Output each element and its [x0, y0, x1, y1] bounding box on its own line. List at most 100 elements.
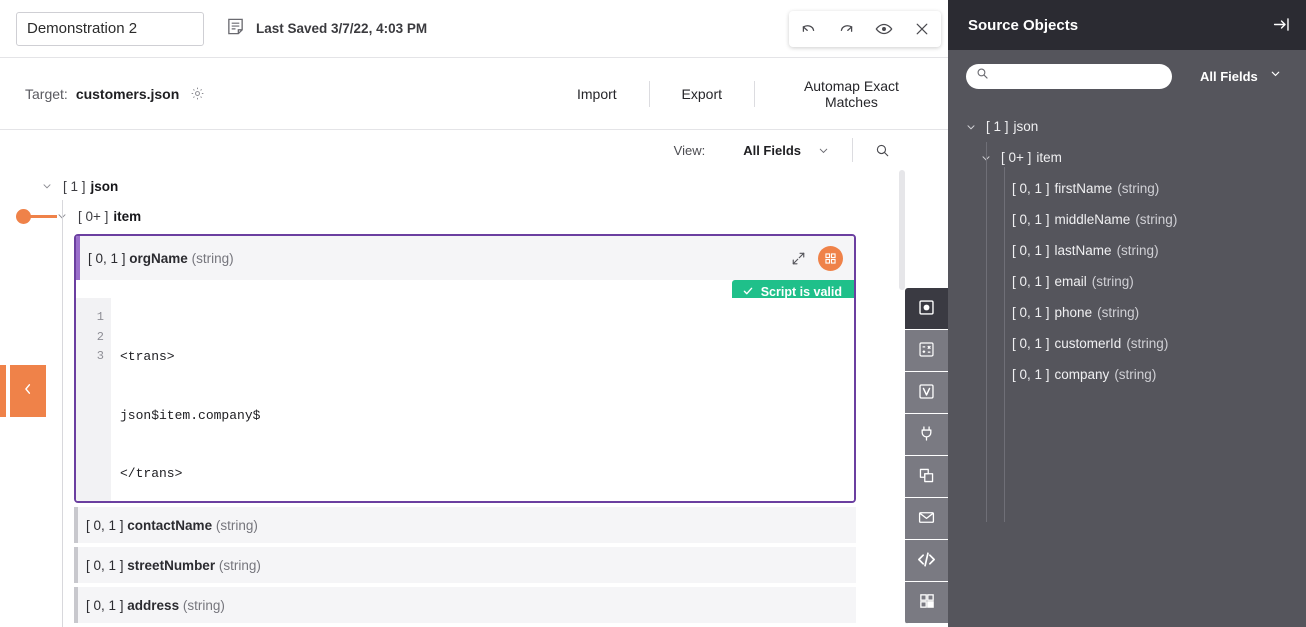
rail-email-button[interactable]	[905, 498, 948, 540]
field-type: (string)	[218, 557, 261, 573]
sidebar-search-box[interactable]	[966, 63, 1172, 89]
target-file-name: customers.json	[75, 85, 180, 102]
sidebar-field-company[interactable]: [ 0, 1 ] company (string)	[1012, 359, 1306, 390]
variable-v-icon	[917, 382, 936, 404]
rail-apps-button[interactable]	[905, 582, 948, 624]
canvas-scrollbar[interactable]	[899, 170, 905, 290]
tree-node-label: item	[1036, 150, 1062, 165]
row-accent-bar	[74, 587, 78, 623]
tree-node-label: json	[90, 178, 119, 194]
left-panel-edge	[0, 365, 6, 417]
script-editor[interactable]: 1 2 3 <trans> json$item.company$ </trans…	[76, 298, 854, 501]
grid-squares-icon[interactable]	[818, 245, 843, 271]
automap-exact-matches-button[interactable]: Automap Exact Matches	[755, 78, 948, 110]
export-button[interactable]: Export	[650, 86, 754, 102]
row-accent-bar	[74, 507, 78, 543]
last-saved-text: Last Saved 3/7/22, 4:03 PM	[256, 21, 428, 36]
field-bracket: [ 0, 1 ]	[1012, 367, 1050, 382]
line-number: 2	[96, 329, 104, 344]
note-icon	[226, 17, 245, 41]
field-bracket: [ 0, 1 ]	[1012, 243, 1050, 258]
field-type: (string)	[182, 597, 225, 613]
search-icon	[966, 67, 989, 85]
view-value[interactable]: All Fields	[743, 143, 801, 158]
envelope-icon	[917, 508, 936, 530]
sidebar-tree: [ 1 ] json [ 0+ ] item [ 0, 1 ] firstNam…	[948, 102, 1306, 522]
field-name: middleName	[1054, 212, 1131, 227]
tree-node-bracket: [ 1 ]	[986, 119, 1009, 134]
calculator-icon	[917, 340, 936, 362]
sidebar-tree-node-json[interactable]: [ 1 ] json	[965, 111, 1306, 142]
field-row-label: [ 0, 1 ] streetNumber (string)	[86, 558, 261, 573]
field-type: (string)	[1135, 212, 1178, 227]
chevron-down-icon	[1269, 67, 1282, 85]
mapping-connector-dot[interactable]	[16, 209, 31, 224]
mapping-canvas: [ 1 ] json [ 0+ ] item [ 0, 1 ] orgName …	[0, 170, 948, 627]
field-row-contactname[interactable]: [ 0, 1 ] contactName (string)	[74, 507, 856, 543]
undo-button[interactable]	[793, 15, 823, 43]
tree-node-json[interactable]: [ 1 ] json	[41, 172, 948, 200]
top-bar: Last Saved 3/7/22, 4:03 PM	[0, 0, 948, 58]
tree-guide-line	[1004, 167, 1005, 522]
field-bracket: [ 0, 1 ]	[86, 557, 124, 573]
editor-code-area[interactable]: <trans> json$item.company$ </trans>	[111, 298, 854, 501]
rail-mapping-button[interactable]	[905, 288, 948, 330]
import-button[interactable]: Import	[545, 86, 649, 102]
sidebar-tree-node-item[interactable]: [ 0+ ] item	[980, 142, 1306, 173]
source-objects-sidebar: Source Objects All Fields [1] json [0…	[948, 0, 1306, 627]
grid-apps-icon	[918, 592, 936, 613]
tree-node-bracket: [ 0+ ]	[78, 208, 109, 224]
sidebar-field-customerid[interactable]: [ 0, 1 ] customerId (string)	[1012, 328, 1306, 359]
chevron-down-icon[interactable]	[41, 180, 53, 192]
copy-icon	[917, 466, 936, 488]
field-name: firstName	[1054, 181, 1113, 196]
chevron-down-icon[interactable]	[965, 121, 977, 133]
mapping-card-header: [ 0, 1 ] orgName (string)	[76, 236, 854, 280]
search-icon[interactable]	[875, 143, 890, 158]
rail-expression-button[interactable]	[905, 330, 948, 372]
rail-duplicate-button[interactable]	[905, 456, 948, 498]
field-type: (string)	[1126, 336, 1169, 351]
last-saved-group: Last Saved 3/7/22, 4:03 PM	[226, 17, 427, 41]
target-bar: Target: customers.json Import Export Aut…	[0, 58, 948, 130]
field-name: customerId	[1054, 336, 1122, 351]
sidebar-field-email[interactable]: [ 0, 1 ] email (string)	[1012, 266, 1306, 297]
editor-gutter: 1 2 3	[76, 298, 111, 501]
field-name: email	[1054, 274, 1087, 289]
collapse-right-icon[interactable]	[1272, 15, 1291, 34]
field-row-streetnumber[interactable]: [ 0, 1 ] streetNumber (string)	[74, 547, 856, 583]
mapping-card-orgname[interactable]: [ 0, 1 ] orgName (string) Script is vali…	[74, 234, 856, 503]
row-accent-bar	[74, 547, 78, 583]
tree-node-bracket: [ 0+ ]	[1001, 150, 1032, 165]
tree-node-bracket: [ 1 ]	[63, 178, 86, 194]
field-type: (string)	[1116, 243, 1159, 258]
sidebar-field-lastname[interactable]: [ 0, 1 ] lastName (string)	[1012, 235, 1306, 266]
document-title-input[interactable]	[16, 11, 204, 46]
tree-guide-line	[986, 142, 987, 522]
field-bracket: [ 0, 1 ]	[88, 250, 126, 266]
status-badge-text: Script is valid	[760, 285, 842, 299]
sidebar-field-phone[interactable]: [ 0, 1 ] phone (string)	[1012, 297, 1306, 328]
expand-arrows-icon[interactable]	[791, 251, 806, 266]
preview-button[interactable]	[869, 15, 899, 43]
tree-node-label: json	[1013, 119, 1039, 134]
collapse-left-panel-button[interactable]	[10, 365, 46, 417]
sidebar-search-input[interactable]	[989, 69, 1172, 83]
rail-variable-button[interactable]	[905, 372, 948, 414]
tree-node-item[interactable]: [ 0+ ] item	[56, 202, 948, 230]
sidebar-header: Source Objects	[948, 0, 1306, 50]
sidebar-field-firstname[interactable]: [ 0, 1 ] firstName (string)	[1012, 173, 1306, 204]
redo-button[interactable]	[831, 15, 861, 43]
rail-connector-button[interactable]	[905, 414, 948, 456]
sidebar-field-middlename[interactable]: [ 0, 1 ] middleName (string)	[1012, 204, 1306, 235]
field-bracket: [ 0, 1 ]	[1012, 305, 1050, 320]
rail-code-button[interactable]	[905, 540, 948, 582]
editor-toolbar	[789, 11, 941, 47]
line-number: 3	[96, 349, 104, 363]
mapping-card-actions	[791, 236, 843, 280]
chevron-down-icon[interactable]	[817, 144, 830, 157]
close-button[interactable]	[907, 15, 937, 43]
sidebar-filter-dropdown[interactable]: All Fields	[1200, 67, 1282, 85]
gear-icon[interactable]	[190, 86, 205, 101]
field-row-address[interactable]: [ 0, 1 ] address (string)	[74, 587, 856, 623]
